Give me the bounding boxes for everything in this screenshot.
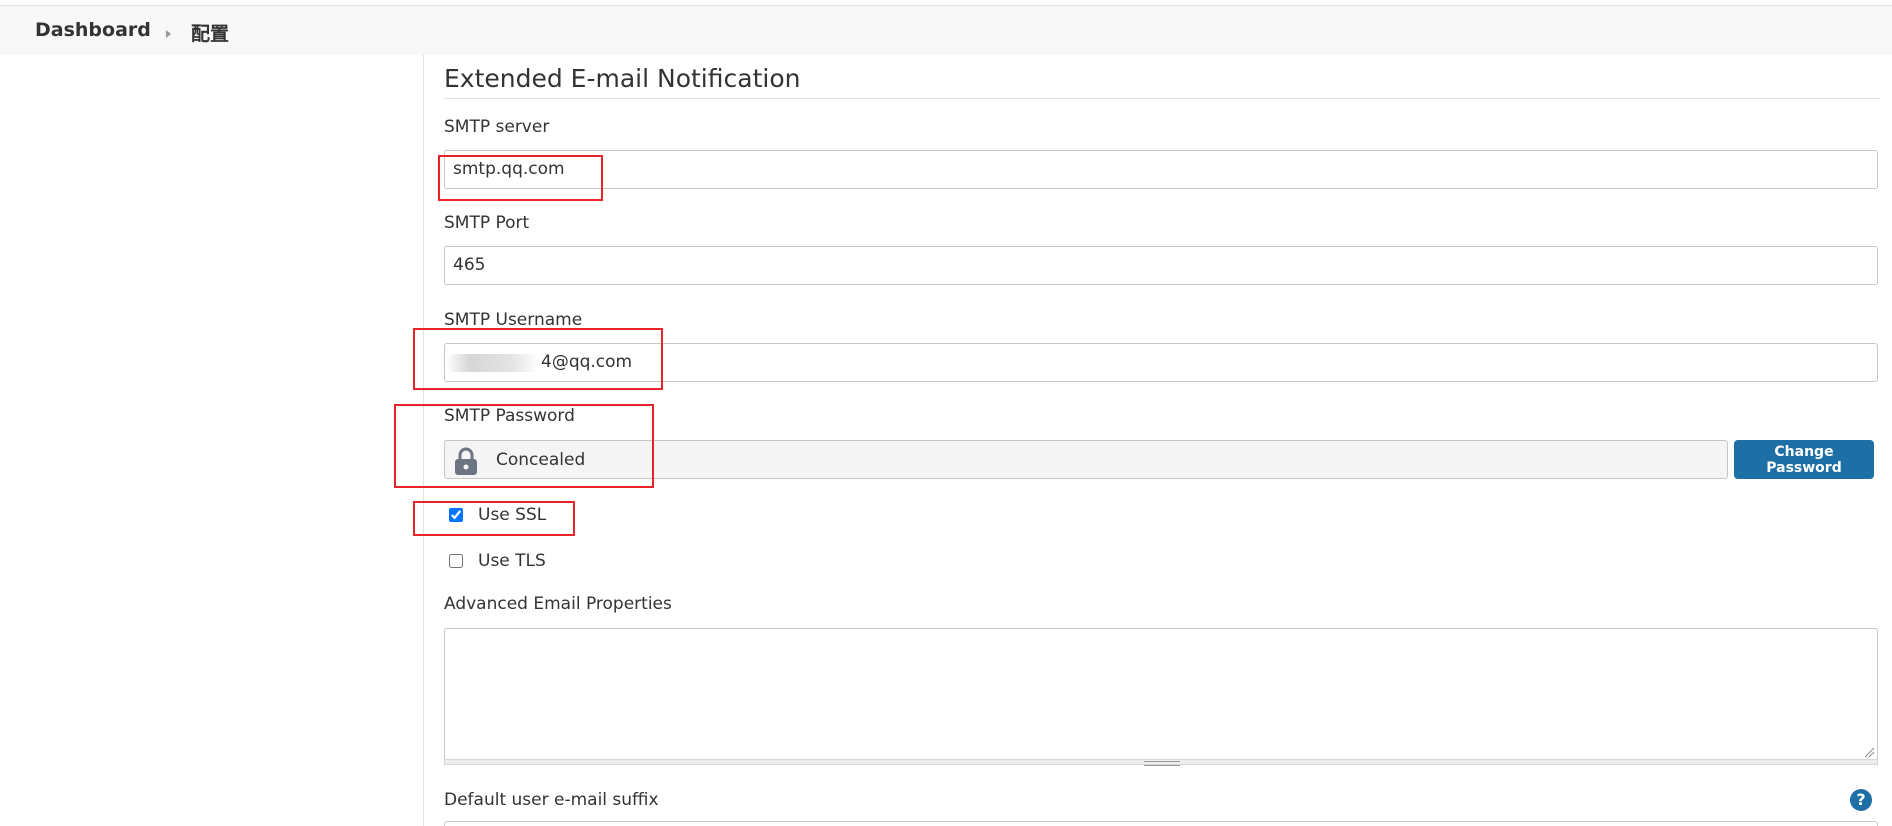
smtp-password-field: Concealed <box>444 440 1728 479</box>
drag-grip-icon <box>1144 761 1180 766</box>
smtp-server-input[interactable]: smtp.qq.com <box>444 150 1878 189</box>
advanced-properties-label: Advanced Email Properties <box>444 594 672 614</box>
default-suffix-input[interactable] <box>444 821 1878 826</box>
change-password-button[interactable]: Change Password <box>1734 440 1874 479</box>
section-title: Extended E-mail Notification <box>444 64 801 93</box>
help-icon[interactable]: ? <box>1850 789 1872 811</box>
smtp-username-input[interactable]: 4@qq.com <box>444 343 1878 382</box>
use-ssl-label: Use SSL <box>478 505 547 525</box>
smtp-username-label: SMTP Username <box>444 310 583 330</box>
default-suffix-label: Default user e-mail suffix <box>444 790 659 810</box>
use-tls-checkbox[interactable] <box>449 554 463 568</box>
sidebar-divider <box>423 55 424 826</box>
smtp-password-label: SMTP Password <box>444 406 575 426</box>
breadcrumb-config[interactable]: 配置 <box>191 19 229 46</box>
redacted-username-blur <box>446 354 540 372</box>
advanced-properties-textarea[interactable] <box>444 628 1878 761</box>
lock-icon <box>455 447 477 475</box>
smtp-server-label: SMTP server <box>444 117 550 137</box>
breadcrumb: Dashboard 配置 <box>0 6 1892 55</box>
use-tls-label: Use TLS <box>478 551 546 571</box>
smtp-port-label: SMTP Port <box>444 213 530 233</box>
resize-grip-icon[interactable] <box>1863 746 1875 758</box>
smtp-port-input[interactable]: 465 <box>444 246 1878 285</box>
use-tls-option[interactable]: Use TLS <box>449 551 546 571</box>
breadcrumb-separator-icon <box>166 30 171 38</box>
section-divider <box>444 98 1880 99</box>
use-ssl-checkbox[interactable] <box>449 508 463 522</box>
use-ssl-option[interactable]: Use SSL <box>449 505 546 525</box>
smtp-password-value: Concealed <box>496 450 586 470</box>
breadcrumb-dashboard[interactable]: Dashboard <box>35 19 151 41</box>
